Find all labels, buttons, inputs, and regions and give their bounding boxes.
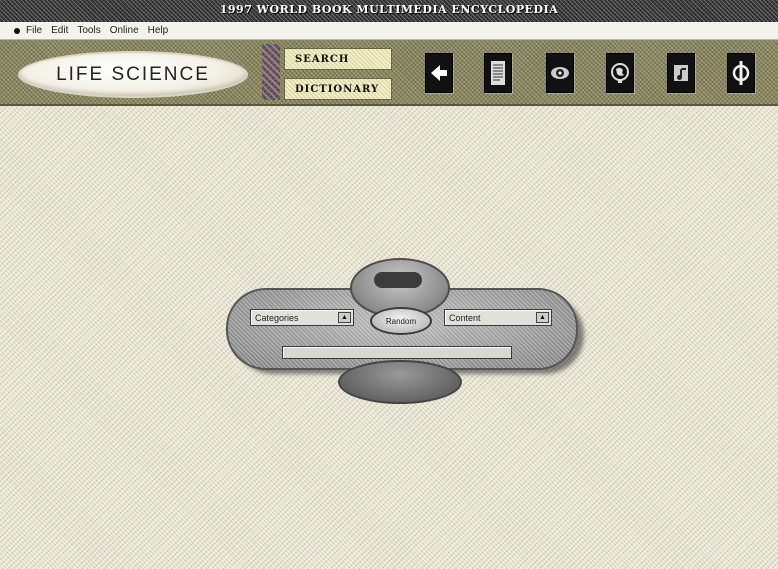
random-button[interactable]: Random [370, 307, 432, 335]
media-button[interactable] [546, 53, 574, 93]
eye-icon [551, 67, 569, 79]
navigator-bar[interactable] [282, 346, 512, 359]
navigator-bottom-label [378, 378, 418, 388]
menu-help[interactable]: Help [148, 25, 169, 36]
toolbar-divider [262, 44, 280, 100]
menu-bar: File Edit Tools Online Help [0, 22, 778, 40]
phi-icon [732, 61, 750, 85]
toolbar: LIFE SCIENCE SEARCH DICTIONARY [0, 40, 778, 106]
film-music-icon [674, 65, 688, 81]
multimedia-button[interactable] [667, 53, 695, 93]
navigator-top-label[interactable] [374, 272, 422, 288]
dictionary-button[interactable]: DICTIONARY [284, 78, 392, 100]
globe-icon [611, 63, 629, 83]
content-value: Content [449, 312, 481, 323]
back-arrow-icon [431, 65, 447, 81]
content-dropdown[interactable]: Content ▲ [444, 309, 552, 326]
reference-button[interactable] [727, 53, 755, 93]
volume-title-oval[interactable]: LIFE SCIENCE [18, 51, 248, 98]
navigator-control: Categories ▲ Random Content ▲ [222, 258, 588, 404]
back-button[interactable] [425, 53, 453, 93]
article-button[interactable] [484, 53, 512, 93]
search-button[interactable]: SEARCH [284, 48, 392, 70]
app-window: 1997 WORLD BOOK MULTIMEDIA ENCYCLOPEDIA … [0, 0, 778, 569]
menu-file[interactable]: File [26, 25, 42, 36]
categories-up-arrow-icon[interactable]: ▲ [338, 312, 351, 323]
menu-online[interactable]: Online [110, 25, 139, 36]
atlas-button[interactable] [606, 53, 634, 93]
menu-tools[interactable]: Tools [77, 25, 100, 36]
window-title: 1997 WORLD BOOK MULTIMEDIA ENCYCLOPEDIA [219, 3, 559, 16]
categories-value: Categories [255, 312, 299, 323]
title-bar: 1997 WORLD BOOK MULTIMEDIA ENCYCLOPEDIA [0, 0, 778, 22]
content-up-arrow-icon[interactable]: ▲ [536, 312, 549, 323]
volume-title: LIFE SCIENCE [56, 63, 210, 85]
menu-edit[interactable]: Edit [51, 25, 68, 36]
menu-bullet-icon [14, 27, 20, 34]
categories-dropdown[interactable]: Categories ▲ [250, 309, 354, 326]
article-page-icon [491, 61, 505, 85]
